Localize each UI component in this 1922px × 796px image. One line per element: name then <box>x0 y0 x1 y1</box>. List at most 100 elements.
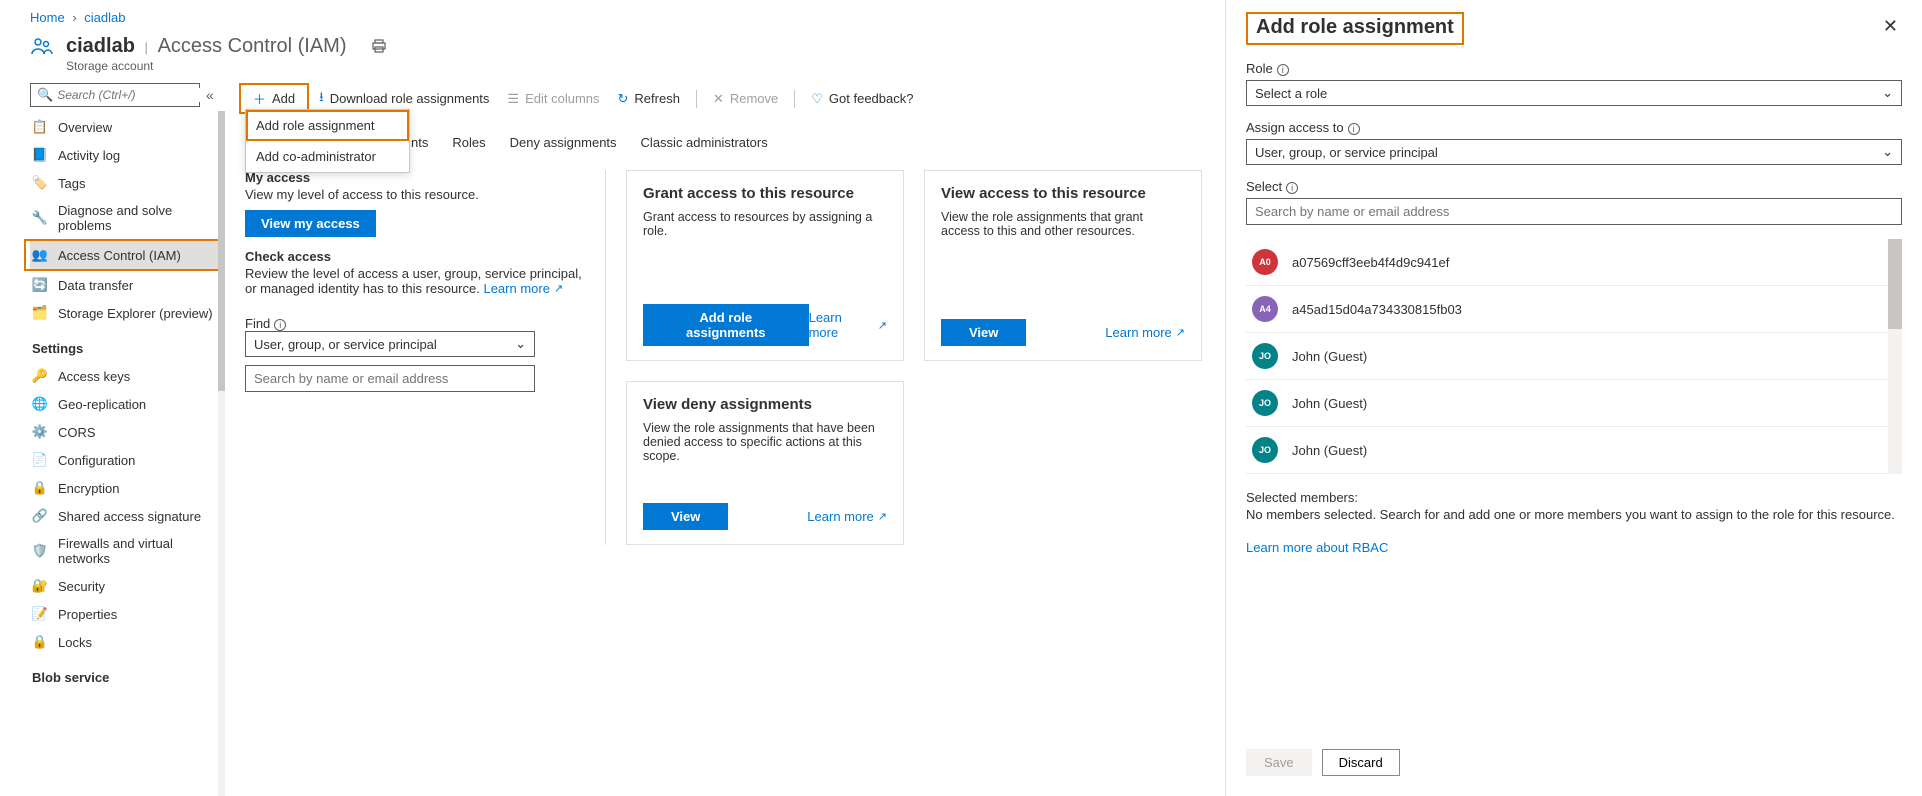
find-label: Findi <box>245 316 585 331</box>
sidebar-scrollbar[interactable] <box>218 111 225 796</box>
sidebar-item-label: CORS <box>58 425 96 440</box>
sidebar-item-storage-explorer[interactable]: 🗂️Storage Explorer (preview) <box>30 299 225 327</box>
info-icon[interactable]: i <box>274 319 286 331</box>
my-access-desc: View my level of access to this resource… <box>245 187 585 202</box>
user-name: John (Guest) <box>1292 396 1367 411</box>
user-item[interactable]: A0a07569cff3eeb4f4d9c941ef <box>1246 239 1888 286</box>
chevron-down-icon: ⌄ <box>515 336 526 352</box>
tab-partial[interactable]: nts <box>411 135 428 150</box>
toolbar-separator <box>794 90 795 108</box>
discard-button[interactable]: Discard <box>1322 749 1400 776</box>
collapse-sidebar-icon[interactable]: « <box>206 87 214 103</box>
add-label: Add <box>272 91 295 106</box>
add-role-assignments-button[interactable]: Add role assignments <box>643 304 809 346</box>
sidebar-item-locks[interactable]: 🔒 Locks <box>30 628 225 656</box>
sidebar-search-input[interactable] <box>57 88 214 102</box>
role-label: Rolei <box>1246 61 1902 76</box>
print-icon[interactable] <box>371 38 387 54</box>
sidebar-item-access-keys[interactable]: 🔑Access keys <box>30 362 225 390</box>
download-label: Download role assignments <box>330 91 490 106</box>
view-my-access-button[interactable]: View my access <box>245 210 376 237</box>
globe-icon: 🌐 <box>32 396 48 412</box>
user-item[interactable]: A4a45ad15d04a734330815fb03 <box>1246 286 1888 333</box>
sidebar-item-diagnose[interactable]: 🔧Diagnose and solve problems <box>30 197 225 239</box>
properties-icon: 📝 <box>32 606 48 622</box>
sidebar-item-geo-replication[interactable]: 🌐Geo-replication <box>30 390 225 418</box>
learn-more-rbac-link[interactable]: Learn more about RBAC <box>1246 540 1388 555</box>
info-icon[interactable]: i <box>1286 182 1298 194</box>
user-item[interactable]: JOJohn (Guest) <box>1246 380 1888 427</box>
assign-access-select[interactable]: User, group, or service principal⌄ <box>1246 139 1902 165</box>
locks-icon: 🔒 <box>32 634 48 650</box>
check-access-desc: Review the level of access a user, group… <box>245 266 585 296</box>
heart-icon: ♡ <box>811 91 823 107</box>
sidebar-item-activity-log[interactable]: 📘 Activity log <box>30 141 225 169</box>
edit-columns-label: Edit columns <box>525 91 599 106</box>
breadcrumb-resource[interactable]: ciadlab <box>84 10 125 25</box>
sidebar-item-label: Security <box>58 579 105 594</box>
user-name: a07569cff3eeb4f4d9c941ef <box>1292 255 1449 270</box>
sidebar-item-label: Storage Explorer (preview) <box>58 306 213 321</box>
close-panel-button[interactable]: ✕ <box>1879 12 1902 41</box>
sidebar-item-label: Data transfer <box>58 278 133 293</box>
user-list: A0a07569cff3eeb4f4d9c941ef A4a45ad15d04a… <box>1246 239 1888 474</box>
sidebar-item-security[interactable]: 🔐Security <box>30 572 225 600</box>
select-label: Selecti <box>1246 179 1902 194</box>
view-deny-card: View deny assignments View the role assi… <box>626 381 904 545</box>
user-name: a45ad15d04a734330815fb03 <box>1292 302 1462 317</box>
user-list-scrollbar-thumb[interactable] <box>1888 239 1902 329</box>
feedback-button[interactable]: ♡Got feedback? <box>803 87 921 111</box>
breadcrumb-home[interactable]: Home <box>30 10 65 25</box>
sidebar-item-cors[interactable]: ⚙️CORS <box>30 418 225 446</box>
find-input[interactable] <box>245 365 535 392</box>
overview-icon: 📋 <box>32 119 48 135</box>
sidebar-item-label: Shared access signature <box>58 509 201 524</box>
check-access-learn-more[interactable]: Learn more ↗ <box>483 281 563 296</box>
menu-item-add-co-admin[interactable]: Add co-administrator <box>246 141 409 172</box>
select-input[interactable] <box>1246 198 1902 225</box>
external-link-icon: ↗ <box>878 319 887 332</box>
edit-columns-button: ☰Edit columns <box>499 87 607 111</box>
add-button[interactable]: ＋Add <box>245 85 303 112</box>
sidebar-item-firewalls[interactable]: 🛡️Firewalls and virtual networks <box>30 530 225 572</box>
user-item[interactable]: JOJohn (Guest) <box>1246 333 1888 380</box>
sidebar-item-encryption[interactable]: 🔒Encryption <box>30 474 225 502</box>
find-select-value: User, group, or service principal <box>254 337 437 352</box>
sidebar-item-label: Access Control (IAM) <box>58 248 181 263</box>
sidebar-scrollbar-thumb[interactable] <box>218 111 225 391</box>
tab-deny[interactable]: Deny assignments <box>510 135 617 150</box>
sidebar-item-label: Locks <box>58 635 92 650</box>
sidebar-item-tags[interactable]: 🏷️Tags <box>30 169 225 197</box>
sidebar-section-settings: Settings <box>30 327 225 362</box>
view-learn-more[interactable]: Learn more ↗ <box>1105 325 1185 340</box>
deny-learn-more[interactable]: Learn more ↗ <box>807 509 887 524</box>
diagnose-icon: 🔧 <box>32 210 48 226</box>
activity-log-icon: 📘 <box>32 147 48 163</box>
tab-classic[interactable]: Classic administrators <box>641 135 768 150</box>
sidebar-item-sas[interactable]: 🔗Shared access signature <box>30 502 225 530</box>
info-icon[interactable]: i <box>1277 64 1289 76</box>
sidebar-item-configuration[interactable]: 📄Configuration <box>30 446 225 474</box>
search-icon: 🔍 <box>37 87 53 103</box>
tab-roles[interactable]: Roles <box>452 135 485 150</box>
sidebar-item-data-transfer[interactable]: 🔄Data transfer <box>30 271 225 299</box>
external-link-icon: ↗ <box>1176 326 1185 339</box>
sidebar-section-blob: Blob service <box>30 656 225 691</box>
sidebar-item-overview[interactable]: 📋Overview <box>30 113 225 141</box>
view-deny-button[interactable]: View <box>643 503 728 530</box>
external-link-icon: ↗ <box>554 282 563 295</box>
sidebar-item-label: Activity log <box>58 148 120 163</box>
menu-item-add-role-assignment[interactable]: Add role assignment <box>246 110 409 141</box>
user-item[interactable]: JOJohn (Guest) <box>1246 427 1888 474</box>
refresh-button[interactable]: ↻Refresh <box>610 87 688 111</box>
grant-learn-more[interactable]: Learn more ↗ <box>809 310 887 340</box>
role-select[interactable]: Select a role⌄ <box>1246 80 1902 106</box>
sidebar-item-access-control[interactable]: 👥Access Control (IAM) <box>30 241 219 269</box>
view-access-button[interactable]: View <box>941 319 1026 346</box>
info-icon[interactable]: i <box>1348 123 1360 135</box>
role-select-value: Select a role <box>1255 86 1327 101</box>
find-select[interactable]: User, group, or service principal ⌄ <box>245 331 535 357</box>
sidebar-search[interactable]: 🔍 <box>30 83 200 107</box>
save-button: Save <box>1246 749 1312 776</box>
sidebar-item-properties[interactable]: 📝Properties <box>30 600 225 628</box>
